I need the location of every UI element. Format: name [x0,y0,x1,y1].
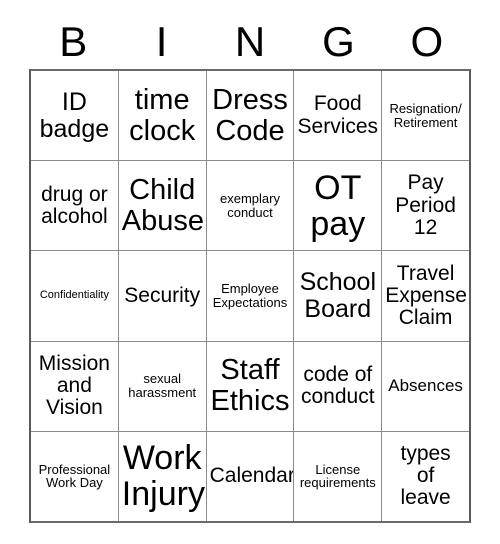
bingo-row: ID badge time clock Dress Code Food Serv… [31,71,469,161]
bingo-cell-label: sexual harassment [128,371,197,401]
bingo-cell-label: Resignation/ Retirement [389,100,462,130]
bingo-cell[interactable]: ID badge [31,71,118,161]
bingo-cell[interactable]: License requirements [293,431,382,521]
bingo-cell[interactable]: School Board [293,251,382,341]
bingo-cell[interactable]: Staff Ethics [205,341,294,431]
bingo-cell-label: School Board [299,268,377,323]
bingo-cell[interactable]: Calendar [205,431,294,521]
bingo-cell[interactable]: time clock [117,71,206,161]
bingo-cell-label: time clock [129,83,196,147]
bingo-cell-label: Confidentiality [39,289,109,302]
bingo-cell[interactable]: Resignation/ Retirement [381,71,469,161]
bingo-row: Mission and Vision sexual harassment Sta… [31,340,469,431]
bingo-cell-label: Staff Ethics [210,354,290,418]
bingo-cell[interactable]: Confidentiality [31,251,118,341]
bingo-header-letter-o: O [410,17,444,65]
bingo-cell[interactable]: Mission and Vision [31,341,118,431]
bingo-cell[interactable]: sexual harassment [117,341,206,431]
bingo-cell-label: code of conduct [301,362,375,409]
bingo-cell[interactable]: Security [117,251,206,341]
bingo-header-letter-n: N [234,17,266,65]
bingo-cell[interactable]: Pay Period 12 [381,161,469,251]
bingo-cell-label: Food Services [297,92,379,138]
bingo-cell-label: Calendar [209,464,294,488]
bingo-header-row: B I N G O [29,14,471,69]
bingo-cell[interactable]: OT pay [293,161,382,251]
bingo-cell[interactable]: Employee Expectations [205,251,294,341]
bingo-cell[interactable]: Travel Expense Claim [381,251,469,341]
bingo-cell-label: Employee Expectations [212,281,288,310]
bingo-cell-label: Absences [388,376,463,396]
bingo-cell[interactable]: types of leave [381,431,469,521]
bingo-cell[interactable]: Dress Code [205,71,294,161]
bingo-cell[interactable]: Food Services [293,71,382,161]
bingo-cell[interactable]: Absences [381,341,469,431]
bingo-cell[interactable]: Professional Work Day [31,431,118,521]
bingo-cell-label: Security [124,283,201,307]
bingo-cell-label: Pay Period 12 [395,171,456,239]
bingo-cell[interactable]: exemplary conduct [205,161,294,251]
bingo-cell-label: Child Abuse [121,174,205,237]
bingo-header-letter-i: I [155,17,168,65]
bingo-cell[interactable]: drug or alcohol [31,161,118,251]
bingo-cell-label: ID badge [39,88,110,143]
bingo-cell-label: License requirements [299,461,376,491]
bingo-cell-label: Travel Expense Claim [385,261,467,330]
bingo-row: drug or alcohol Child Abuse exemplary co… [31,160,469,251]
bingo-cell-label: OT pay [310,168,366,243]
bingo-header-letter-b: B [59,17,88,65]
bingo-row: Confidentiality Security Employee Expect… [31,250,469,341]
bingo-cell[interactable]: code of conduct [293,341,382,431]
bingo-cell-label: drug or alcohol [41,182,108,228]
bingo-card: B I N G O ID badge time clock Dress Code… [29,14,471,523]
bingo-cell-label: exemplary conduct [220,191,280,220]
bingo-row: Professional Work Day Work Injury Calend… [31,430,469,521]
bingo-cell[interactable]: Work Injury [117,431,206,521]
bingo-cell-label: Professional Work Day [38,461,111,491]
bingo-cell-label: Mission and Vision [38,351,110,420]
bingo-cell-label: Work Injury [121,439,205,514]
bingo-header-letter-g: G [322,17,355,65]
bingo-cell[interactable]: Child Abuse [117,161,206,251]
bingo-cell-label: Dress Code [212,83,288,147]
bingo-cell-label: types of leave [400,441,451,510]
bingo-grid: ID badge time clock Dress Code Food Serv… [29,69,471,523]
